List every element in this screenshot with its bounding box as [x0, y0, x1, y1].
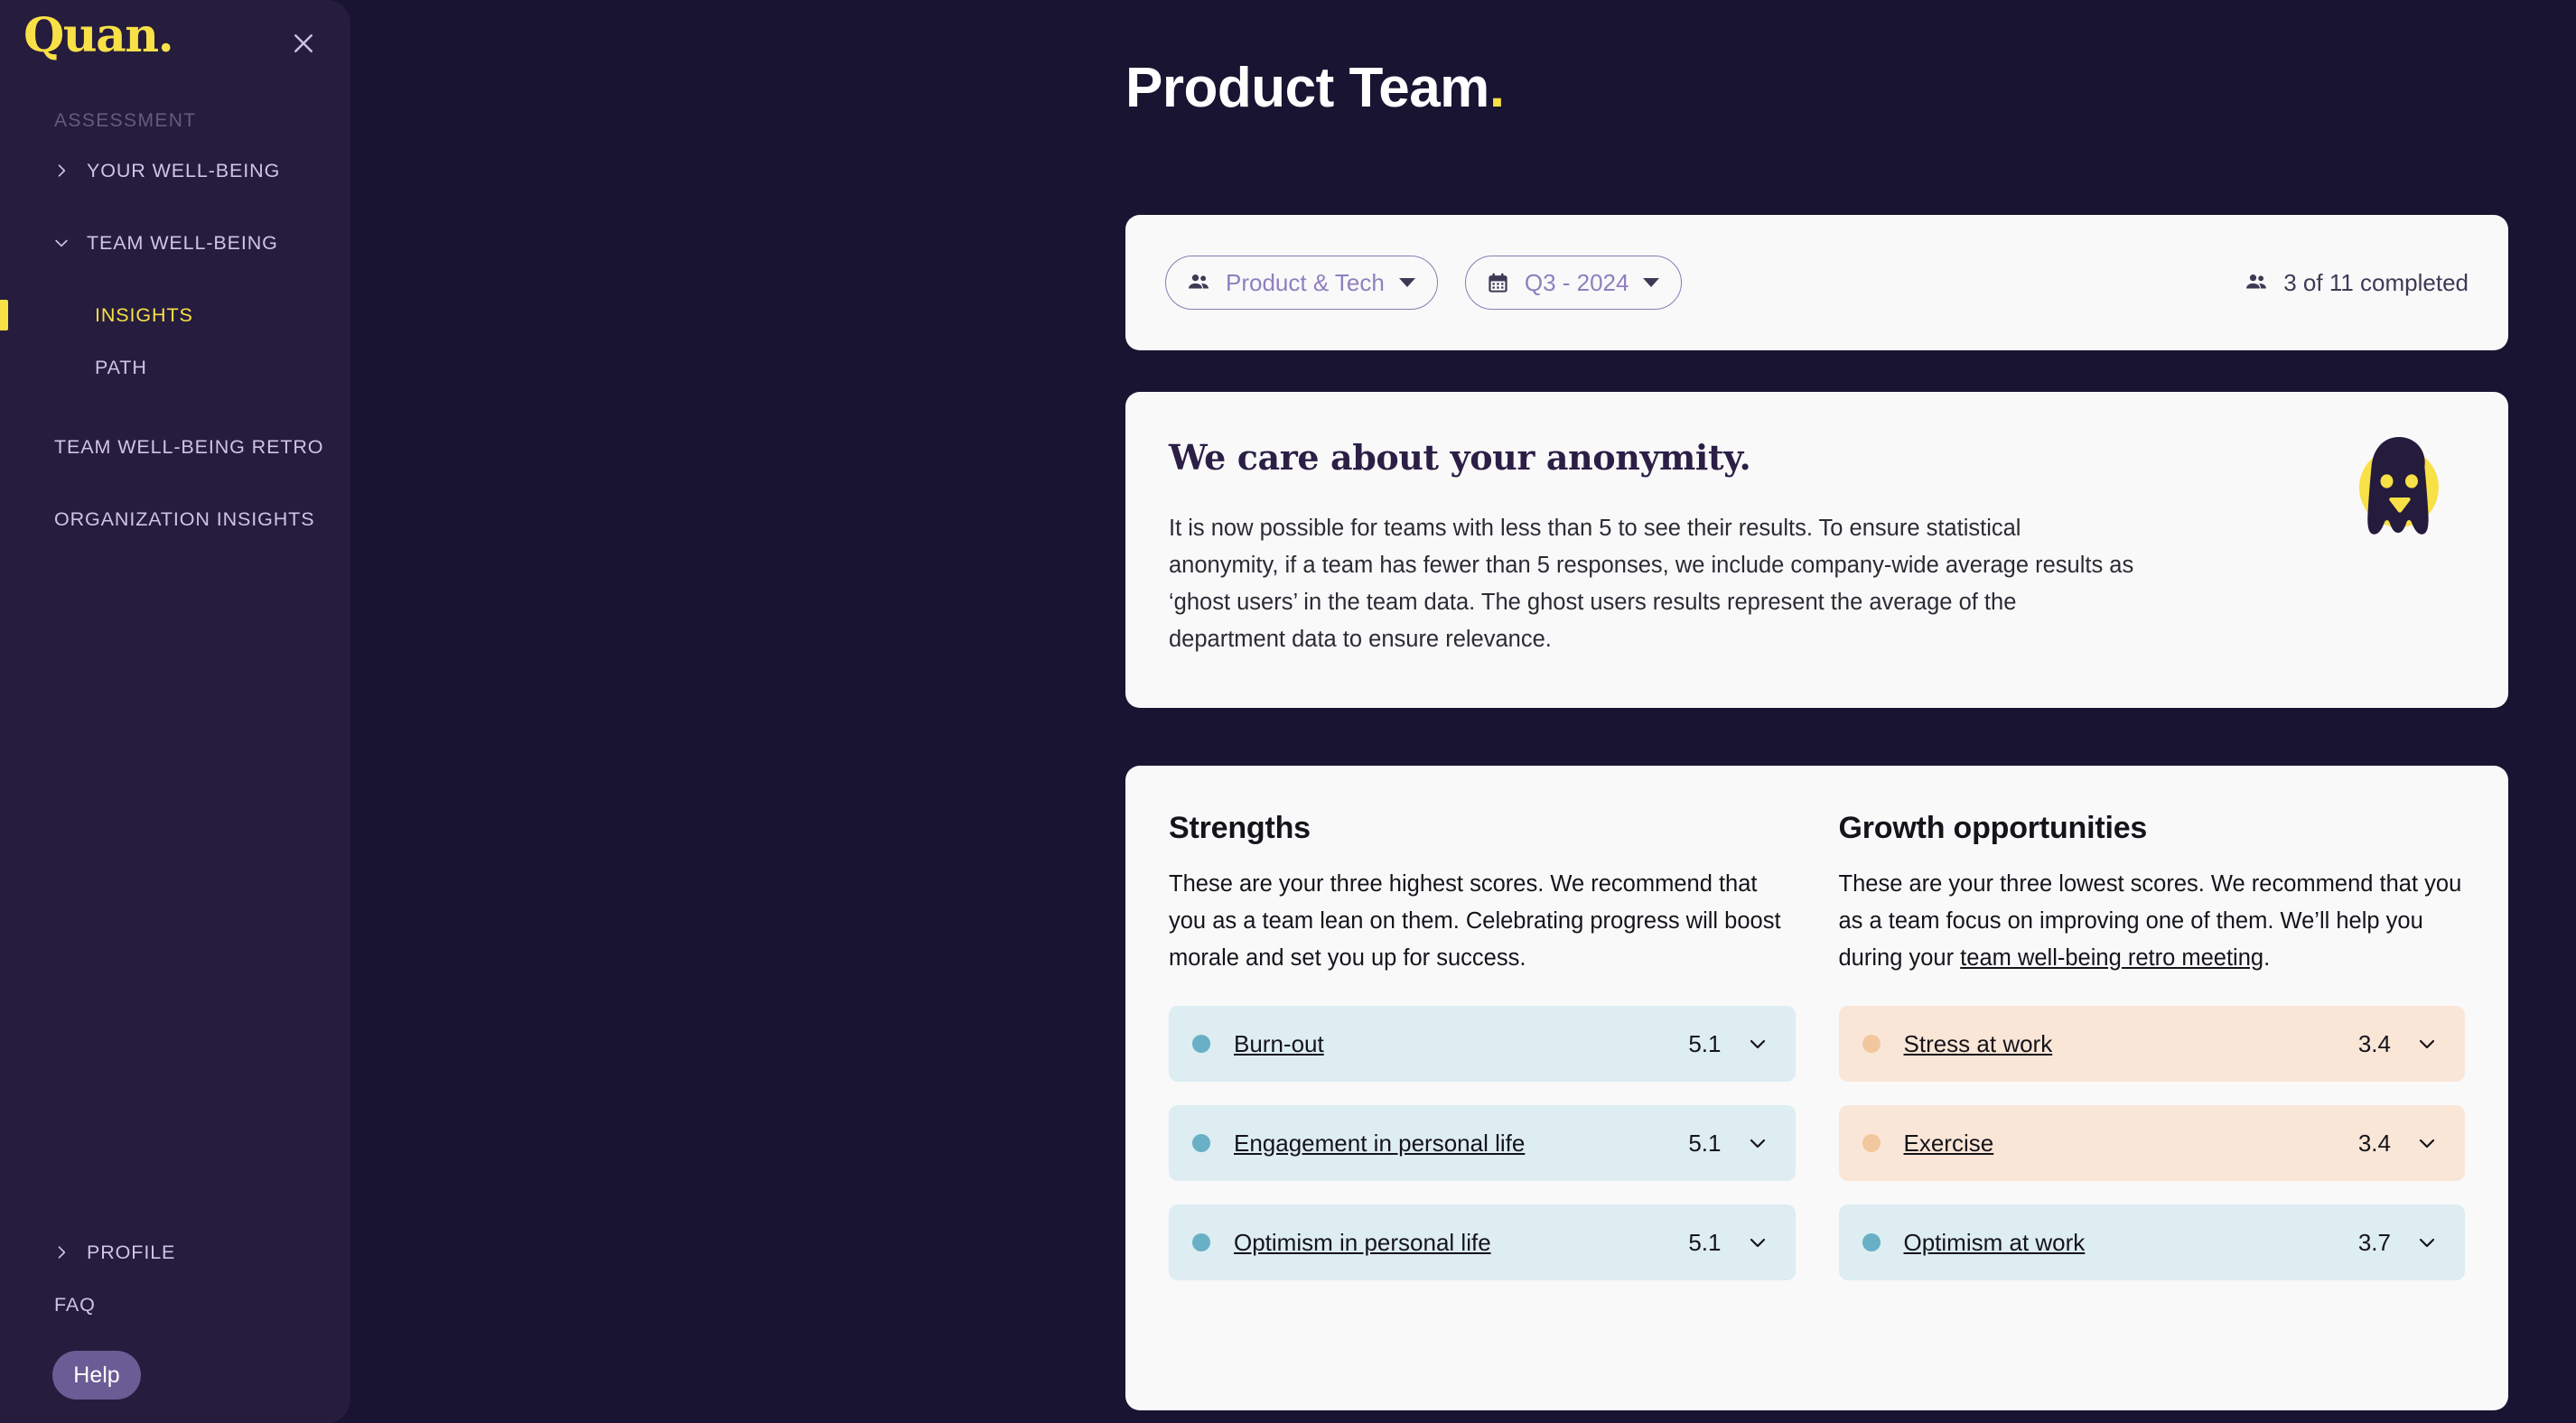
sidebar-subitem-label: INSIGHTS [95, 303, 193, 326]
score-label[interactable]: Engagement in personal life [1234, 1130, 1525, 1158]
score-row[interactable]: Burn-out 5.1 [1169, 1006, 1796, 1082]
page-title: Product Team. [1125, 56, 1505, 120]
growth-column: Growth opportunities These are your thre… [1838, 811, 2466, 1410]
chevron-down-icon[interactable] [2416, 1132, 2438, 1154]
close-icon[interactable] [282, 22, 325, 65]
sidebar-item-label: ORGANIZATION INSIGHTS [54, 507, 315, 530]
score-label[interactable]: Optimism in personal life [1234, 1229, 1491, 1257]
people-icon [2244, 270, 2269, 295]
sidebar-item-your-well-being[interactable]: YOUR WELL-BEING [0, 144, 350, 197]
insights-card: Strengths These are your three highest s… [1125, 766, 2508, 1410]
score-value: 5.1 [1688, 1129, 1722, 1157]
score-value: 3.4 [2357, 1029, 2391, 1057]
anonymity-body: It is now possible for teams with less t… [1169, 516, 2134, 652]
growth-score-list: Stress at work 3.4 Exercise 3.4 Optimism… [1838, 1006, 2465, 1280]
anonymity-title: We care about your anonymity. [1169, 437, 1751, 478]
score-value: 5.1 [1688, 1029, 1722, 1057]
score-dot-icon [1862, 1134, 1881, 1152]
sidebar-item-label: FAQ [54, 1293, 96, 1316]
sidebar-item-team-well-being[interactable]: TEAM WELL-BEING [0, 217, 350, 269]
app-root: Quan. ASSESSMENT YOUR WELL-BEING TEAM WE… [0, 0, 2576, 1423]
chevron-down-icon[interactable] [2416, 1033, 2438, 1055]
sidebar-item-team-well-being-retro[interactable]: TEAM WELL-BEING RETRO [0, 421, 350, 473]
sidebar-item-label: TEAM WELL-BEING RETRO [54, 435, 324, 458]
score-label[interactable]: Exercise [1904, 1130, 1994, 1158]
help-button[interactable]: Help [52, 1351, 141, 1400]
caret-down-icon [1643, 278, 1660, 287]
chevron-down-icon[interactable] [1747, 1033, 1769, 1055]
score-value: 3.7 [2357, 1228, 2391, 1256]
sidebar-item-organization-insights[interactable]: ORGANIZATION INSIGHTS [0, 493, 350, 545]
sidebar-item-label: PROFILE [87, 1241, 176, 1263]
growth-title: Growth opportunities [1838, 811, 2148, 845]
team-filter-dropdown[interactable]: Product & Tech [1165, 256, 1438, 310]
score-dot-icon [1192, 1035, 1210, 1053]
people-icon [1186, 270, 1211, 295]
score-dot-icon [1192, 1233, 1210, 1251]
score-value: 3.4 [2357, 1129, 2391, 1157]
page-title-dot: . [1489, 57, 1505, 119]
score-dot-icon [1862, 1233, 1881, 1251]
strengths-score-list: Burn-out 5.1 Engagement in personal life… [1169, 1006, 1796, 1280]
period-filter-dropdown[interactable]: Q3 - 2024 [1464, 256, 1683, 310]
chevron-down-icon[interactable] [2416, 1232, 2438, 1253]
sidebar-header: Quan. [0, 0, 350, 99]
help-button-label: Help [73, 1362, 120, 1388]
completion-status: 3 of 11 completed [2244, 269, 2469, 297]
caret-down-icon [1398, 278, 1415, 287]
anonymity-card: We care about your anonymity. It is now … [1125, 392, 2508, 708]
chevron-right-icon [52, 1243, 70, 1261]
filter-bar-card: Product & Tech Q3 - 2024 3 of 11 complet… [1125, 215, 2508, 350]
sidebar-footer: PROFILE FAQ Help [0, 1226, 350, 1423]
chevron-down-icon[interactable] [1747, 1232, 1769, 1253]
sidebar-item-insights[interactable]: INSIGHTS [0, 289, 350, 341]
score-row[interactable]: Optimism in personal life 5.1 [1169, 1204, 1796, 1280]
completion-status-text: 3 of 11 completed [2283, 268, 2469, 296]
score-label[interactable]: Burn-out [1234, 1030, 1324, 1058]
period-filter-label: Q3 - 2024 [1524, 268, 1629, 296]
sidebar-item-faq[interactable]: FAQ [0, 1279, 350, 1331]
growth-description-after: . [2263, 945, 2271, 971]
score-row[interactable]: Optimism at work 3.7 [1838, 1204, 2465, 1280]
strengths-title: Strengths [1169, 811, 1311, 845]
calendar-icon [1486, 271, 1510, 295]
chevron-down-icon[interactable] [1747, 1132, 1769, 1154]
strengths-description: These are your three highest scores. We … [1169, 871, 1781, 971]
sidebar-section-label: ASSESSMENT [54, 110, 197, 131]
sidebar-item-profile[interactable]: PROFILE [0, 1226, 350, 1279]
sidebar-item-label: TEAM WELL-BEING [87, 231, 278, 254]
score-dot-icon [1192, 1134, 1210, 1152]
sidebar-subitem-label: PATH [95, 356, 147, 378]
sidebar: Quan. ASSESSMENT YOUR WELL-BEING TEAM WE… [0, 0, 350, 1423]
score-label[interactable]: Stress at work [1904, 1030, 2053, 1058]
growth-description: These are your three lowest scores. We r… [1839, 866, 2466, 977]
score-dot-icon [1862, 1035, 1881, 1053]
chevron-right-icon [52, 162, 70, 180]
score-value: 5.1 [1688, 1228, 1722, 1256]
chevron-down-icon [52, 234, 70, 252]
sidebar-item-path[interactable]: PATH [0, 341, 350, 394]
score-row[interactable]: Engagement in personal life 5.1 [1169, 1105, 1796, 1181]
ghost-illustration [2340, 428, 2458, 545]
quan-logo: Quan. [23, 8, 174, 63]
main-content: Product Team. Product & Tech Q3 - 2024 3… [350, 0, 2576, 1423]
score-row[interactable]: Exercise 3.4 [1838, 1105, 2465, 1181]
team-filter-label: Product & Tech [1226, 268, 1385, 296]
sidebar-item-label: YOUR WELL-BEING [87, 159, 281, 181]
page-title-text: Product Team [1125, 57, 1489, 119]
strengths-column: Strengths These are your three highest s… [1169, 811, 1796, 1410]
retro-meeting-link[interactable]: team well-being retro meeting [1960, 945, 2263, 971]
score-label[interactable]: Optimism at work [1904, 1229, 2086, 1257]
score-row[interactable]: Stress at work 3.4 [1838, 1006, 2465, 1082]
